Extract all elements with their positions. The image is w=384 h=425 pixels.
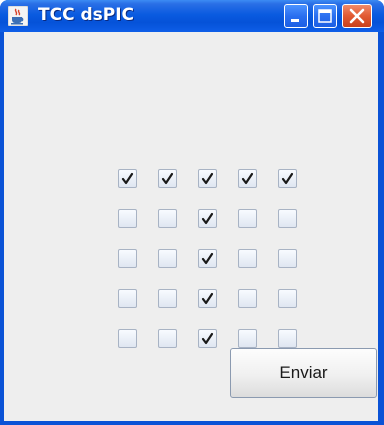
checkbox-r3-c3[interactable] bbox=[198, 249, 217, 268]
close-button[interactable] bbox=[342, 4, 372, 28]
maximize-icon bbox=[318, 9, 332, 23]
app-window: TCC dsPIC Enviar bbox=[0, 0, 384, 425]
checkbox-r1-c3[interactable] bbox=[198, 169, 217, 188]
checkbox-r2-c4[interactable] bbox=[238, 209, 257, 228]
checkbox-r1-c5[interactable] bbox=[278, 169, 297, 188]
checkbox-r5-c5[interactable] bbox=[278, 329, 297, 348]
java-cup-icon[interactable] bbox=[7, 5, 29, 27]
minimize-icon bbox=[291, 19, 299, 22]
send-button[interactable]: Enviar bbox=[230, 348, 377, 398]
check-icon bbox=[201, 292, 214, 305]
check-icon bbox=[161, 172, 174, 185]
check-icon bbox=[201, 212, 214, 225]
checkbox-r2-c1[interactable] bbox=[118, 209, 137, 228]
checkbox-r3-c5[interactable] bbox=[278, 249, 297, 268]
checkbox-r1-c4[interactable] bbox=[238, 169, 257, 188]
checkbox-r2-c2[interactable] bbox=[158, 209, 177, 228]
checkbox-r5-c2[interactable] bbox=[158, 329, 177, 348]
title-bar[interactable]: TCC dsPIC bbox=[0, 0, 384, 32]
checkbox-r2-c5[interactable] bbox=[278, 209, 297, 228]
checkbox-r4-c1[interactable] bbox=[118, 289, 137, 308]
client-area: Enviar bbox=[4, 32, 378, 421]
checkbox-r5-c4[interactable] bbox=[238, 329, 257, 348]
checkbox-r2-c3[interactable] bbox=[198, 209, 217, 228]
check-icon bbox=[201, 252, 214, 265]
checkbox-r5-c3[interactable] bbox=[198, 329, 217, 348]
checkbox-r4-c5[interactable] bbox=[278, 289, 297, 308]
checkbox-r4-c2[interactable] bbox=[158, 289, 177, 308]
checkbox-r3-c1[interactable] bbox=[118, 249, 137, 268]
maximize-button[interactable] bbox=[313, 4, 337, 28]
checkbox-r4-c4[interactable] bbox=[238, 289, 257, 308]
window-title: TCC dsPIC bbox=[38, 5, 135, 25]
checkbox-r1-c1[interactable] bbox=[118, 169, 137, 188]
checkbox-r5-c1[interactable] bbox=[118, 329, 137, 348]
checkbox-r3-c2[interactable] bbox=[158, 249, 177, 268]
check-icon bbox=[201, 172, 214, 185]
minimize-button[interactable] bbox=[284, 4, 308, 28]
check-icon bbox=[121, 172, 134, 185]
check-icon bbox=[201, 332, 214, 345]
checkbox-r3-c4[interactable] bbox=[238, 249, 257, 268]
check-icon bbox=[241, 172, 254, 185]
checkbox-r4-c3[interactable] bbox=[198, 289, 217, 308]
close-icon bbox=[349, 8, 365, 24]
check-icon bbox=[281, 172, 294, 185]
checkbox-r1-c2[interactable] bbox=[158, 169, 177, 188]
